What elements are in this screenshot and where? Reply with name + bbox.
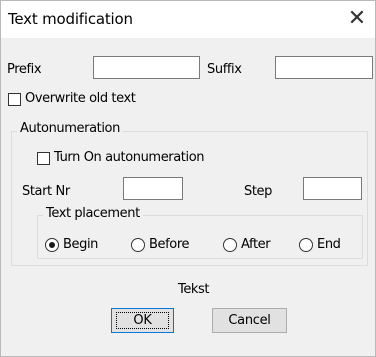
turn-on-autonumeration-checkbox[interactable] [37,152,50,165]
prefix-label: Prefix [7,62,42,77]
tekst-label: Tekst [178,282,210,297]
title-bar: Text modification ✕ [1,1,375,38]
prefix-input[interactable] [93,56,200,79]
placement-begin-label: Begin [63,237,99,252]
placement-begin-radio[interactable] [45,238,59,252]
overwrite-checkbox[interactable] [8,93,21,106]
overwrite-label: Overwrite old text [25,91,136,106]
dialog-title: Text modification [8,10,133,28]
focus-rectangle [116,312,169,329]
text-modification-dialog: Text modification ✕ Prefix Suffix Overwr… [0,0,376,357]
turn-on-autonumeration-label: Turn On autonumeration [54,150,205,165]
ok-button[interactable]: OK [111,308,174,333]
cancel-button[interactable]: Cancel [212,308,287,333]
placement-end-label: End [317,237,341,252]
start-nr-label: Start Nr [22,184,70,199]
cancel-button-label: Cancel [228,313,271,328]
close-icon[interactable]: ✕ [342,7,372,31]
placement-before-radio[interactable] [131,238,145,252]
text-placement-legend: Text placement [43,206,143,221]
radio-selected-dot [49,242,55,248]
placement-before-label: Before [149,237,190,252]
autonumeration-legend: Autonumeration [17,121,123,136]
placement-end-radio[interactable] [299,238,313,252]
suffix-input[interactable] [275,56,373,79]
placement-after-label: After [241,237,271,252]
placement-after-radio[interactable] [223,238,237,252]
step-label: Step [244,184,272,199]
start-nr-input[interactable] [123,177,183,200]
suffix-label: Suffix [207,62,242,77]
step-input[interactable] [303,177,362,200]
